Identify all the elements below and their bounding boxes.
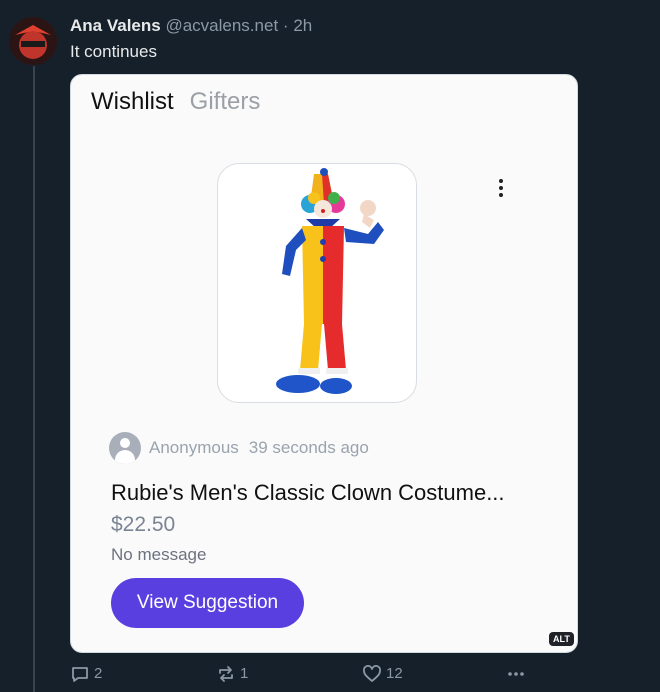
suggestion-meta: Anonymous 39 seconds ago [109, 432, 369, 464]
more-vert-icon[interactable] [495, 177, 507, 203]
product-title: Rubie's Men's Classic Clown Costume... [111, 480, 505, 505]
author-name[interactable]: Ana Valens [70, 16, 161, 35]
embedded-image-card[interactable]: Wishlist Gifters Anonymous 39 seconds ag… [70, 74, 578, 653]
post-time[interactable]: 2h [293, 16, 312, 35]
reply-button[interactable]: 2 [70, 664, 102, 684]
post-header: Ana Valens @acvalens.net · 2h [70, 16, 312, 36]
separator: · [282, 16, 289, 35]
more-horiz-icon [508, 672, 524, 676]
view-suggestion-button[interactable]: View Suggestion [111, 578, 304, 628]
alt-badge[interactable]: ALT [549, 632, 574, 646]
product-image [217, 163, 417, 403]
post-text: It continues [70, 42, 157, 61]
reply-count: 2 [94, 665, 103, 682]
user-icon [109, 432, 141, 464]
suggester-name: Anonymous [149, 438, 239, 457]
repost-count: 1 [240, 665, 249, 682]
more-options-button[interactable] [506, 664, 526, 684]
product-price: $22.50 [111, 513, 176, 536]
post-actions: 2 1 12 [70, 664, 530, 684]
tab-wishlist[interactable]: Wishlist [91, 88, 174, 115]
author-handle[interactable]: @acvalens.net [165, 16, 278, 35]
avatar[interactable] [9, 17, 57, 65]
tab-gifters[interactable]: Gifters [190, 88, 261, 115]
like-count: 12 [386, 665, 403, 682]
suggestion-time: 39 seconds ago [248, 438, 369, 457]
repost-icon [219, 666, 233, 682]
repost-button[interactable]: 1 [216, 664, 248, 684]
suggestion-message: No message [111, 545, 207, 564]
tab-bar: Wishlist Gifters [91, 87, 260, 117]
like-icon [363, 665, 381, 682]
like-button[interactable]: 12 [362, 664, 403, 684]
thread-line [33, 66, 35, 692]
reply-icon [72, 667, 88, 682]
